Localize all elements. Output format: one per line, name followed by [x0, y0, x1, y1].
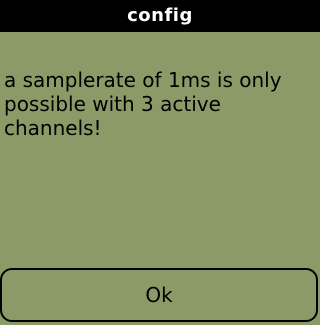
- dialog-message: a samplerate of 1ms is only possible wit…: [4, 68, 282, 140]
- dialog-title: config: [0, 0, 320, 32]
- ok-button[interactable]: Ok: [0, 268, 318, 322]
- config-dialog: config a samplerate of 1ms is only possi…: [0, 0, 320, 325]
